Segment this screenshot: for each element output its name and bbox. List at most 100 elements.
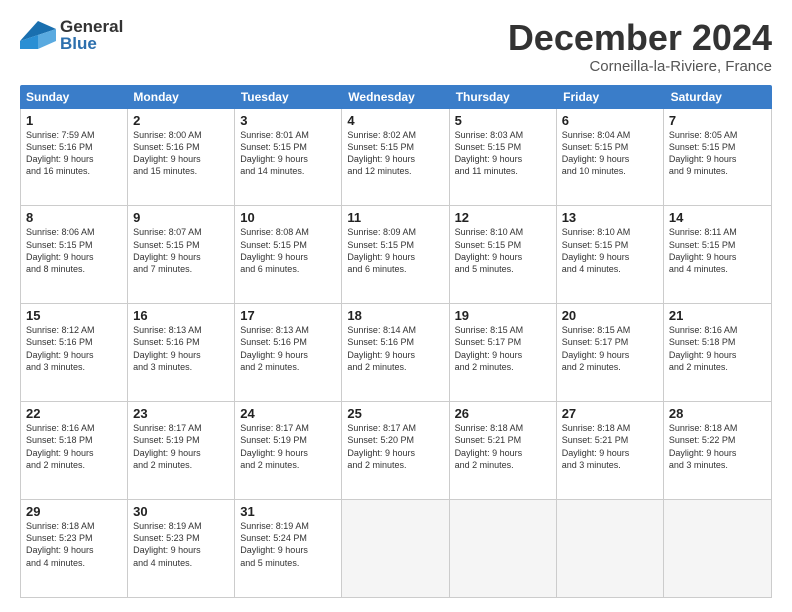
day-number: 3 [240, 113, 336, 128]
calendar-cell-r3c1: 23Sunrise: 8:17 AM Sunset: 5:19 PM Dayli… [128, 402, 235, 499]
day-number: 18 [347, 308, 443, 323]
cell-info: Sunrise: 8:10 AM Sunset: 5:15 PM Dayligh… [562, 226, 658, 275]
calendar-cell-r2c3: 18Sunrise: 8:14 AM Sunset: 5:16 PM Dayli… [342, 304, 449, 401]
day-number: 25 [347, 406, 443, 421]
day-number: 6 [562, 113, 658, 128]
cell-info: Sunrise: 8:17 AM Sunset: 5:19 PM Dayligh… [133, 422, 229, 471]
cell-info: Sunrise: 8:13 AM Sunset: 5:16 PM Dayligh… [240, 324, 336, 373]
day-number: 11 [347, 210, 443, 225]
day-number: 31 [240, 504, 336, 519]
logo: General Blue [20, 18, 123, 52]
calendar-cell-r4c5 [557, 500, 664, 597]
calendar-cell-r0c4: 5Sunrise: 8:03 AM Sunset: 5:15 PM Daylig… [450, 109, 557, 206]
cell-info: Sunrise: 8:18 AM Sunset: 5:23 PM Dayligh… [26, 520, 122, 569]
logo-text: General Blue [60, 18, 123, 52]
calendar-cell-r0c5: 6Sunrise: 8:04 AM Sunset: 5:15 PM Daylig… [557, 109, 664, 206]
calendar-cell-r2c1: 16Sunrise: 8:13 AM Sunset: 5:16 PM Dayli… [128, 304, 235, 401]
cell-info: Sunrise: 8:17 AM Sunset: 5:19 PM Dayligh… [240, 422, 336, 471]
cell-info: Sunrise: 8:18 AM Sunset: 5:21 PM Dayligh… [562, 422, 658, 471]
calendar-header: Sunday Monday Tuesday Wednesday Thursday… [20, 85, 772, 109]
page: General Blue December 2024 Corneilla-la-… [0, 0, 792, 612]
day-number: 16 [133, 308, 229, 323]
day-number: 1 [26, 113, 122, 128]
calendar-cell-r0c6: 7Sunrise: 8:05 AM Sunset: 5:15 PM Daylig… [664, 109, 771, 206]
calendar-cell-r3c4: 26Sunrise: 8:18 AM Sunset: 5:21 PM Dayli… [450, 402, 557, 499]
calendar-cell-r1c5: 13Sunrise: 8:10 AM Sunset: 5:15 PM Dayli… [557, 206, 664, 303]
cell-info: Sunrise: 8:19 AM Sunset: 5:23 PM Dayligh… [133, 520, 229, 569]
calendar-cell-r4c4 [450, 500, 557, 597]
calendar-cell-r4c3 [342, 500, 449, 597]
cell-info: Sunrise: 8:07 AM Sunset: 5:15 PM Dayligh… [133, 226, 229, 275]
calendar-row-0: 1Sunrise: 7:59 AM Sunset: 5:16 PM Daylig… [21, 109, 771, 207]
weekday-saturday: Saturday [665, 85, 772, 109]
calendar-cell-r2c4: 19Sunrise: 8:15 AM Sunset: 5:17 PM Dayli… [450, 304, 557, 401]
calendar-row-2: 15Sunrise: 8:12 AM Sunset: 5:16 PM Dayli… [21, 304, 771, 402]
day-number: 10 [240, 210, 336, 225]
day-number: 28 [669, 406, 766, 421]
day-number: 4 [347, 113, 443, 128]
cell-info: Sunrise: 8:02 AM Sunset: 5:15 PM Dayligh… [347, 129, 443, 178]
day-number: 15 [26, 308, 122, 323]
weekday-monday: Monday [127, 85, 234, 109]
day-number: 21 [669, 308, 766, 323]
header: General Blue December 2024 Corneilla-la-… [20, 18, 772, 75]
calendar-cell-r4c2: 31Sunrise: 8:19 AM Sunset: 5:24 PM Dayli… [235, 500, 342, 597]
day-number: 22 [26, 406, 122, 421]
cell-info: Sunrise: 7:59 AM Sunset: 5:16 PM Dayligh… [26, 129, 122, 178]
calendar-cell-r3c3: 25Sunrise: 8:17 AM Sunset: 5:20 PM Dayli… [342, 402, 449, 499]
weekday-sunday: Sunday [20, 85, 127, 109]
weekday-wednesday: Wednesday [342, 85, 449, 109]
cell-info: Sunrise: 8:14 AM Sunset: 5:16 PM Dayligh… [347, 324, 443, 373]
day-number: 12 [455, 210, 551, 225]
cell-info: Sunrise: 8:11 AM Sunset: 5:15 PM Dayligh… [669, 226, 766, 275]
cell-info: Sunrise: 8:12 AM Sunset: 5:16 PM Dayligh… [26, 324, 122, 373]
cell-info: Sunrise: 8:16 AM Sunset: 5:18 PM Dayligh… [669, 324, 766, 373]
cell-info: Sunrise: 8:04 AM Sunset: 5:15 PM Dayligh… [562, 129, 658, 178]
day-number: 30 [133, 504, 229, 519]
weekday-tuesday: Tuesday [235, 85, 342, 109]
cell-info: Sunrise: 8:16 AM Sunset: 5:18 PM Dayligh… [26, 422, 122, 471]
cell-info: Sunrise: 8:05 AM Sunset: 5:15 PM Dayligh… [669, 129, 766, 178]
calendar-cell-r2c6: 21Sunrise: 8:16 AM Sunset: 5:18 PM Dayli… [664, 304, 771, 401]
day-number: 24 [240, 406, 336, 421]
calendar-row-1: 8Sunrise: 8:06 AM Sunset: 5:15 PM Daylig… [21, 206, 771, 304]
day-number: 2 [133, 113, 229, 128]
day-number: 23 [133, 406, 229, 421]
calendar-cell-r4c6 [664, 500, 771, 597]
month-title: December 2024 [508, 18, 772, 58]
day-number: 26 [455, 406, 551, 421]
cell-info: Sunrise: 8:17 AM Sunset: 5:20 PM Dayligh… [347, 422, 443, 471]
calendar-cell-r1c4: 12Sunrise: 8:10 AM Sunset: 5:15 PM Dayli… [450, 206, 557, 303]
day-number: 17 [240, 308, 336, 323]
calendar-cell-r3c2: 24Sunrise: 8:17 AM Sunset: 5:19 PM Dayli… [235, 402, 342, 499]
cell-info: Sunrise: 8:13 AM Sunset: 5:16 PM Dayligh… [133, 324, 229, 373]
calendar-cell-r2c2: 17Sunrise: 8:13 AM Sunset: 5:16 PM Dayli… [235, 304, 342, 401]
calendar-cell-r1c3: 11Sunrise: 8:09 AM Sunset: 5:15 PM Dayli… [342, 206, 449, 303]
cell-info: Sunrise: 8:19 AM Sunset: 5:24 PM Dayligh… [240, 520, 336, 569]
calendar-body: 1Sunrise: 7:59 AM Sunset: 5:16 PM Daylig… [20, 109, 772, 598]
cell-info: Sunrise: 8:03 AM Sunset: 5:15 PM Dayligh… [455, 129, 551, 178]
calendar: Sunday Monday Tuesday Wednesday Thursday… [20, 85, 772, 598]
cell-info: Sunrise: 8:09 AM Sunset: 5:15 PM Dayligh… [347, 226, 443, 275]
calendar-cell-r2c5: 20Sunrise: 8:15 AM Sunset: 5:17 PM Dayli… [557, 304, 664, 401]
calendar-cell-r0c1: 2Sunrise: 8:00 AM Sunset: 5:16 PM Daylig… [128, 109, 235, 206]
calendar-cell-r0c2: 3Sunrise: 8:01 AM Sunset: 5:15 PM Daylig… [235, 109, 342, 206]
cell-info: Sunrise: 8:15 AM Sunset: 5:17 PM Dayligh… [562, 324, 658, 373]
day-number: 14 [669, 210, 766, 225]
weekday-friday: Friday [557, 85, 664, 109]
day-number: 13 [562, 210, 658, 225]
logo-bird-icon [20, 21, 56, 49]
calendar-row-3: 22Sunrise: 8:16 AM Sunset: 5:18 PM Dayli… [21, 402, 771, 500]
cell-info: Sunrise: 8:01 AM Sunset: 5:15 PM Dayligh… [240, 129, 336, 178]
calendar-cell-r1c6: 14Sunrise: 8:11 AM Sunset: 5:15 PM Dayli… [664, 206, 771, 303]
day-number: 7 [669, 113, 766, 128]
day-number: 29 [26, 504, 122, 519]
weekday-thursday: Thursday [450, 85, 557, 109]
day-number: 8 [26, 210, 122, 225]
day-number: 27 [562, 406, 658, 421]
calendar-cell-r3c0: 22Sunrise: 8:16 AM Sunset: 5:18 PM Dayli… [21, 402, 128, 499]
cell-info: Sunrise: 8:06 AM Sunset: 5:15 PM Dayligh… [26, 226, 122, 275]
location-text: Corneilla-la-Riviere, France [508, 58, 772, 75]
calendar-cell-r1c0: 8Sunrise: 8:06 AM Sunset: 5:15 PM Daylig… [21, 206, 128, 303]
day-number: 20 [562, 308, 658, 323]
